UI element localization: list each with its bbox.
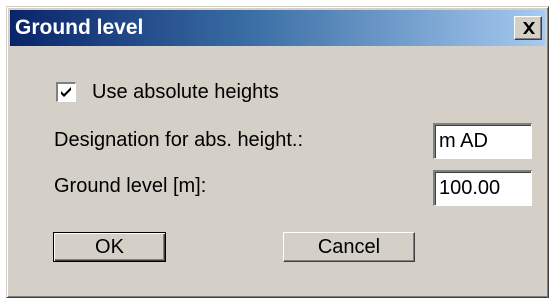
- checkmark-icon: [61, 87, 71, 97]
- cancel-button[interactable]: Cancel: [283, 232, 415, 262]
- ok-button[interactable]: OK: [53, 232, 166, 262]
- ground-level-input[interactable]: 100.00: [433, 170, 532, 206]
- dialog-title: Ground level: [15, 16, 144, 39]
- title-bar[interactable]: Ground level: [10, 10, 545, 46]
- designation-label: Designation for abs. height.:: [54, 129, 304, 151]
- ground-level-label: Ground level [m]:: [54, 175, 207, 197]
- close-button[interactable]: [514, 16, 542, 40]
- use-absolute-heights-checkbox[interactable]: [56, 82, 76, 102]
- ground-level-dialog: Ground level Use absolute heights Design…: [6, 6, 549, 298]
- use-absolute-heights-label[interactable]: Use absolute heights: [92, 80, 279, 104]
- close-icon: [523, 22, 535, 34]
- designation-input[interactable]: m AD: [433, 123, 532, 159]
